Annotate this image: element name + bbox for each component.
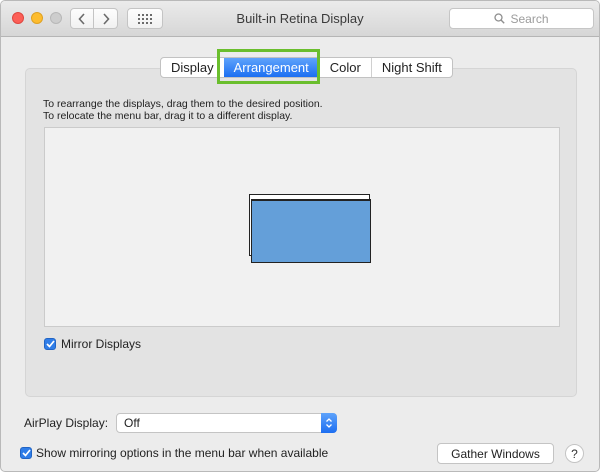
title-bar: Built-in Retina Display Search [1, 1, 599, 37]
instruction-line-1: To rearrange the displays, drag them to … [43, 98, 323, 110]
show-mirroring-row: Show mirroring options in the menu bar w… [20, 446, 328, 460]
checkmark-icon [45, 340, 55, 348]
up-down-chevron-icon [326, 418, 332, 428]
tab-display[interactable]: Display [161, 58, 224, 77]
checkmark-icon [21, 449, 31, 457]
airplay-selected-value: Off [124, 416, 140, 430]
mirror-displays-label: Mirror Displays [61, 337, 142, 351]
mirror-displays-checkbox[interactable] [44, 338, 56, 350]
search-placeholder: Search [510, 11, 549, 26]
help-button[interactable]: ? [565, 444, 584, 463]
search-icon [494, 13, 506, 24]
tab-bar: Display Arrangement Color Night Shift [160, 57, 453, 78]
select-stepper[interactable] [321, 413, 337, 433]
tab-arrangement[interactable]: Arrangement [223, 58, 319, 77]
mirror-displays-row: Mirror Displays [44, 337, 141, 351]
gather-windows-button[interactable]: Gather Windows [437, 443, 554, 464]
show-mirroring-label: Show mirroring options in the menu bar w… [36, 446, 329, 460]
search-input[interactable]: Search [449, 8, 594, 29]
tab-night-shift[interactable]: Night Shift [370, 58, 452, 77]
preferences-window: Built-in Retina Display Search Display A… [0, 0, 600, 472]
show-mirroring-checkbox[interactable] [20, 447, 32, 459]
airplay-display-select[interactable]: Off [116, 413, 337, 433]
airplay-display-label: AirPlay Display: [24, 416, 109, 430]
arrangement-instructions: To rearrange the displays, drag them to … [43, 98, 323, 122]
instruction-line-2: To relocate the menu bar, drag it to a d… [43, 110, 293, 122]
tab-color[interactable]: Color [318, 58, 371, 77]
display-thumbnail[interactable] [251, 199, 371, 263]
